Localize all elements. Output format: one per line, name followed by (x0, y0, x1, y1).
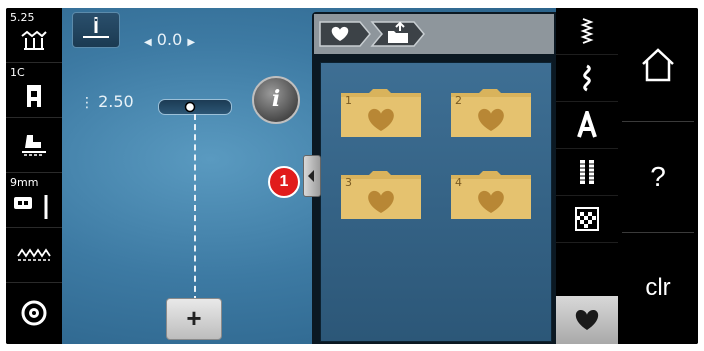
buttonholes-button[interactable] (556, 149, 618, 196)
add-button[interactable]: + (166, 298, 222, 340)
presser-foot-button[interactable]: 1C (6, 63, 62, 118)
stitch-counter-button[interactable] (6, 228, 62, 283)
decorative-stitches-button[interactable] (556, 55, 618, 102)
needle-plate-button[interactable]: 9mm (6, 173, 62, 228)
alphabet-icon (577, 111, 597, 138)
folder-item[interactable]: 2 (449, 85, 533, 139)
folder-number: 4 (455, 176, 462, 189)
stitch-width-button[interactable]: 5.25 (6, 8, 62, 63)
callout-badge: 1 (268, 166, 300, 198)
needle-plate-icon (14, 195, 48, 219)
clear-label: clr (645, 274, 671, 301)
stitch-width-value: 5.25 (10, 11, 35, 24)
breadcrumb-folder-upload[interactable] (370, 20, 430, 48)
home-button[interactable] (622, 11, 694, 122)
folder-number: 2 (455, 94, 462, 107)
left-toolbar: 5.25 1C 9mm (6, 8, 62, 344)
right-arrow-icon[interactable]: ▶ (187, 37, 195, 48)
needle-position-value: 0.0 (156, 30, 183, 49)
clear-button[interactable]: clr (622, 233, 694, 343)
practical-stitch-icon (580, 18, 594, 44)
quilt-stitches-button[interactable] (556, 196, 618, 243)
left-arrow-icon[interactable]: ◀ (144, 37, 152, 48)
quilt-icon (575, 207, 599, 231)
bobbin-button[interactable] (6, 283, 62, 344)
stitch-editor: ◀ 0.0 ▶ ⋮ 2.50 i + 1 2 3 4 (62, 8, 556, 344)
folder-item[interactable]: 3 (339, 167, 423, 221)
needle-size-value: 9mm (10, 176, 39, 189)
heart-icon (575, 309, 599, 330)
home-icon (642, 48, 674, 82)
folder-number: 3 (345, 176, 352, 189)
folder-number: 1 (345, 94, 352, 107)
slider-knob-icon[interactable] (184, 101, 196, 113)
stitch-category-bar (556, 8, 618, 344)
stitch-pattern-icon (17, 248, 51, 261)
stitch-length-value: 2.50 (98, 92, 134, 111)
presser-foot-icon (27, 85, 41, 107)
folder-grid: 1 2 3 4 (320, 62, 552, 342)
breadcrumb (314, 14, 554, 54)
alphabets-button[interactable] (556, 102, 618, 149)
presser-foot-value: 1C (10, 66, 25, 79)
needle-position-control[interactable]: ◀ 0.0 ▶ (144, 30, 195, 49)
personal-memory-panel: 1 2 3 4 (303, 12, 556, 344)
bobbin-icon (21, 300, 47, 326)
folder-item[interactable]: 1 (339, 85, 423, 139)
decorative-stitch-icon (583, 64, 591, 92)
collapse-arrow-icon (308, 170, 314, 182)
help-label: ? (650, 161, 666, 192)
zigzag-foot-icon (21, 30, 47, 50)
sewing-screen: 5.25 1C 9mm ◀ 0.0 ▶ ⋮ 2.50 i + 1 2 3 4 1… (6, 8, 698, 344)
panel-collapse-tab[interactable] (303, 155, 321, 197)
practical-stitches-button[interactable] (556, 8, 618, 55)
needle-icon (83, 17, 109, 38)
folder-item[interactable]: 4 (449, 167, 533, 221)
stitch-length-slider[interactable] (158, 99, 232, 115)
feed-dog-icon (22, 135, 46, 156)
stitch-length-display: ⋮ 2.50 (80, 92, 134, 111)
length-dots-icon: ⋮ (80, 95, 94, 111)
info-button[interactable]: i (252, 76, 300, 124)
feed-dog-button[interactable] (6, 118, 62, 173)
needle-position-button[interactable] (72, 12, 120, 48)
system-bar: ? clr (618, 8, 698, 344)
breadcrumb-home-heart[interactable] (318, 20, 374, 48)
buttonhole-icon (580, 160, 594, 184)
personal-memory-button[interactable] (556, 296, 618, 344)
help-button[interactable]: ? (622, 122, 694, 233)
stitch-preview-line (194, 114, 196, 302)
